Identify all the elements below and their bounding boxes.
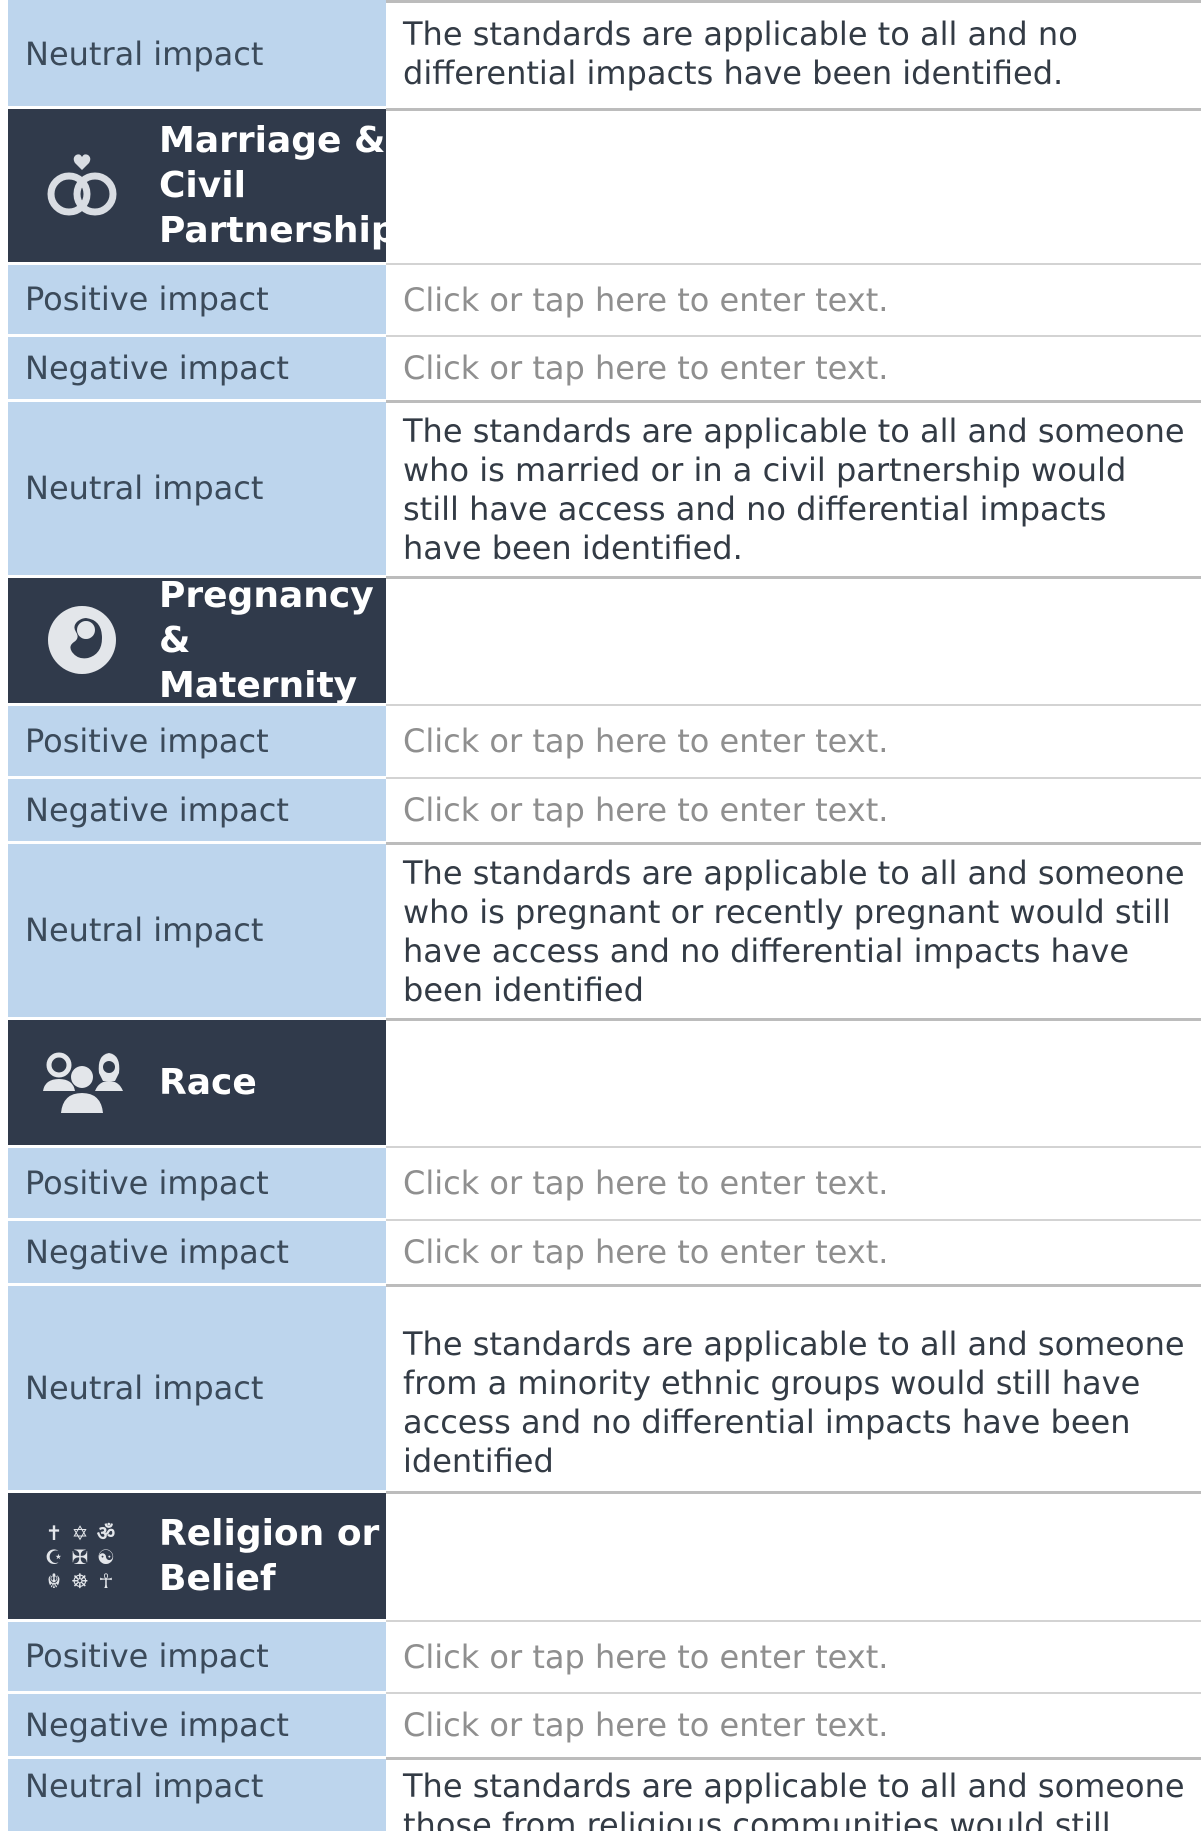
section-header-marriage: Marriage & Civil Partnership xyxy=(8,108,1201,263)
neutral-impact-text[interactable]: The standards are applicable to all and … xyxy=(386,1757,1201,1831)
negative-impact-label: Negative impact xyxy=(8,1692,386,1757)
positive-impact-label: Positive impact xyxy=(8,1146,386,1219)
section-header-religion: ✝ ✡ ॐ ☪ ✠ ☯ ☬ ☸ ☥ Religion or Belief xyxy=(8,1491,1201,1620)
svg-text:☯: ☯ xyxy=(97,1545,115,1569)
negative-impact-field[interactable]: Click or tap here to enter text. xyxy=(386,1219,1201,1284)
positive-impact-field[interactable]: Click or tap here to enter text. xyxy=(386,1146,1201,1219)
table-row: Neutral impact The standards are applica… xyxy=(8,1284,1201,1491)
table-row: Positive impact Click or tap here to ent… xyxy=(8,1146,1201,1219)
section-title: Pregnancy & Maternity xyxy=(159,574,374,706)
table-row: Neutral impact The standards are applica… xyxy=(8,1757,1201,1831)
positive-impact-field[interactable]: Click or tap here to enter text. xyxy=(386,704,1201,777)
wedding-rings-icon xyxy=(8,108,155,263)
svg-text:✠: ✠ xyxy=(71,1545,88,1569)
table-row: Positive impact Click or tap here to ent… xyxy=(8,704,1201,777)
positive-impact-field[interactable]: Click or tap here to enter text. xyxy=(386,263,1201,335)
neutral-impact-label: Neutral impact xyxy=(8,1284,386,1491)
neutral-impact-label: Neutral impact xyxy=(8,1757,386,1831)
neutral-impact-label: Neutral impact xyxy=(8,0,386,108)
table-row: Negative impact Click or tap here to ent… xyxy=(8,777,1201,842)
religious-symbols-icon: ✝ ✡ ॐ ☪ ✠ ☯ ☬ ☸ ☥ xyxy=(8,1491,155,1620)
section-header-pregnancy: Pregnancy & Maternity xyxy=(8,575,1201,706)
section-title: Religion or Belief xyxy=(159,1512,380,1599)
table-row: Negative impact Click or tap here to ent… xyxy=(8,335,1201,400)
table-row: Positive impact Click or tap here to ent… xyxy=(8,263,1201,335)
svg-text:☬: ☬ xyxy=(46,1569,60,1592)
svg-text:✡: ✡ xyxy=(71,1521,88,1545)
section-title: Marriage & Civil Partnership xyxy=(159,120,397,251)
table-row: Negative impact Click or tap here to ent… xyxy=(8,1219,1201,1284)
svg-text:ॐ: ॐ xyxy=(96,1521,114,1545)
fetus-icon xyxy=(8,576,155,704)
negative-impact-label: Negative impact xyxy=(8,777,386,842)
neutral-impact-label: Neutral impact xyxy=(8,842,386,1018)
svg-text:✝: ✝ xyxy=(45,1521,62,1545)
positive-impact-label: Positive impact xyxy=(8,1620,386,1692)
neutral-impact-text[interactable]: The standards are applicable to all and … xyxy=(386,842,1201,1018)
neutral-impact-text[interactable]: The standards are applicable to all and … xyxy=(386,0,1201,108)
positive-impact-field[interactable]: Click or tap here to enter text. xyxy=(386,1620,1201,1692)
section-header-race: Race xyxy=(8,1018,1201,1146)
negative-impact-field[interactable]: Click or tap here to enter text. xyxy=(386,335,1201,400)
svg-text:☥: ☥ xyxy=(98,1569,113,1592)
neutral-impact-label: Neutral impact xyxy=(8,400,386,576)
negative-impact-label: Negative impact xyxy=(8,1219,386,1284)
table-row: Neutral impact The standards are applica… xyxy=(8,400,1201,576)
svg-text:☸: ☸ xyxy=(71,1569,89,1592)
section-title: Race xyxy=(159,1061,257,1103)
table-row: Neutral impact The standards are applica… xyxy=(8,842,1201,1018)
table-row: Positive impact Click or tap here to ent… xyxy=(8,1620,1201,1692)
positive-impact-label: Positive impact xyxy=(8,263,386,335)
negative-impact-label: Negative impact xyxy=(8,335,386,400)
neutral-impact-text[interactable]: The standards are applicable to all and … xyxy=(386,1284,1201,1491)
negative-impact-field[interactable]: Click or tap here to enter text. xyxy=(386,1692,1201,1757)
neutral-impact-text[interactable]: The standards are applicable to all and … xyxy=(386,400,1201,576)
positive-impact-label: Positive impact xyxy=(8,704,386,777)
people-icon xyxy=(8,1018,155,1146)
svg-text:☪: ☪ xyxy=(45,1545,63,1569)
table-row: Neutral impact The standards are applica… xyxy=(8,0,1201,108)
equality-impact-table: Neutral impact The standards are applica… xyxy=(0,0,1201,1831)
negative-impact-field[interactable]: Click or tap here to enter text. xyxy=(386,777,1201,842)
table-row: Negative impact Click or tap here to ent… xyxy=(8,1692,1201,1757)
